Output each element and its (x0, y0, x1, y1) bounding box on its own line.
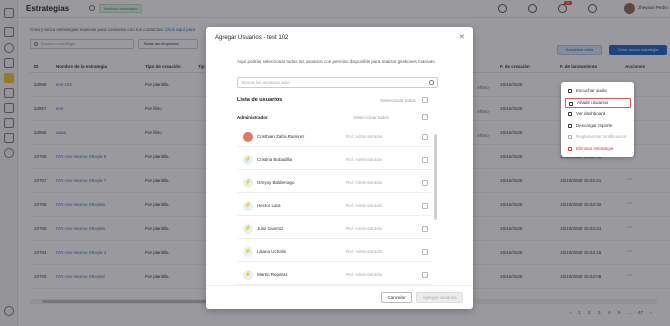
avatar (243, 132, 253, 142)
close-icon[interactable]: ✕ (459, 33, 465, 41)
play-icon (568, 89, 572, 93)
user-role: Rol: Administrador (346, 180, 383, 185)
menu-item: Reglamentar Notificación (565, 132, 631, 142)
user-add-icon (569, 101, 573, 106)
group-select-label: Seleccionar todos (353, 115, 389, 120)
user-role: Rol: Administrador (346, 272, 383, 277)
user-list-item[interactable]: Cristhian Zafra Ramirez Rol: Administrado… (237, 127, 431, 147)
user-list-item[interactable]: ⚡ Greysy Balderrago Rol: Administrador (237, 173, 431, 193)
user-role: Rol: Administrador (346, 249, 383, 254)
user-search-input[interactable]: Busca los usuarios aquí (237, 77, 438, 88)
menu-item-label: Ver dashboard (576, 111, 606, 116)
user-checkbox[interactable] (422, 249, 428, 255)
user-role: Rol: Administrador (346, 203, 383, 208)
menu-item[interactable]: Eliminar estrategia (565, 144, 631, 154)
trash-icon (568, 146, 572, 151)
user-name: Greysy Balderrago (257, 180, 295, 185)
modal-description: Aquí podrás seleccionar todos los usuari… (237, 59, 436, 64)
user-list-item[interactable]: ⚡ Cristina Bobadilla Rol: Administrador (237, 150, 431, 170)
user-name: Hector Lara (257, 203, 281, 208)
user-icon: ⚡ (243, 247, 253, 257)
monitor-icon (568, 112, 572, 116)
user-role: Rol: Administrador (346, 226, 383, 231)
menu-item[interactable]: Descargar reporte (565, 121, 631, 131)
menu-item[interactable]: Ver dashboard (565, 109, 631, 119)
add-users-modal: Agregar Usuarios - test 102 ✕ Aquí podrá… (206, 27, 473, 309)
user-name: Martin Reparaz (257, 272, 288, 277)
menu-item-label: Añadir usuarios (577, 99, 609, 105)
menu-item[interactable]: Escuchar audio (565, 86, 631, 96)
user-checkbox[interactable] (422, 157, 428, 163)
modal-footer: Cancelar Agregar usuarios (206, 285, 473, 309)
add-users-button[interactable]: Agregar usuarios (416, 292, 463, 303)
menu-item-label: Escuchar audio (576, 88, 608, 93)
user-role: Rol: Administrador (346, 157, 383, 162)
user-name: Liliana Uchalin (257, 249, 287, 254)
search-icon (429, 80, 434, 85)
user-list-item[interactable]: ⚡ Julio Guerniz Rol: Administrador (237, 219, 431, 239)
user-search-placeholder: Busca los usuarios aquí (242, 80, 290, 85)
user-list-title: Lista de usuarios (237, 97, 283, 103)
user-icon: ⚡ (243, 178, 253, 188)
menu-item[interactable]: Añadir usuarios (565, 97, 631, 108)
menu-item-label: Reglamentar Notificación (576, 134, 627, 139)
user-icon: ⚡ (243, 270, 253, 280)
user-checkbox[interactable] (422, 203, 428, 209)
user-name: Cristhian Zafra Ramirez (257, 134, 305, 139)
user-icon: ⚡ (243, 224, 253, 234)
select-all-label: Seleccionar todos (380, 98, 416, 103)
download-icon (568, 123, 572, 128)
user-icon: ⚡ (243, 155, 253, 165)
select-all-checkbox[interactable] (422, 97, 428, 103)
user-list-scrollbar[interactable] (434, 134, 437, 220)
user-checkbox[interactable] (422, 226, 428, 232)
menu-item-label: Descargar reporte (576, 122, 613, 128)
menu-item-label: Eliminar estrategia (576, 145, 614, 151)
actions-menu: Escuchar audio Añadir usuarios Ver dashboa… (561, 82, 634, 157)
user-list-item[interactable]: ⚡ Hector Lara Rol: Administrador (237, 196, 431, 216)
calendar-icon (568, 135, 572, 139)
user-checkbox[interactable] (422, 180, 428, 186)
cancel-button[interactable]: Cancelar (381, 292, 412, 303)
user-name: Cristina Bobadilla (257, 157, 293, 162)
user-role: Rol: Administrador (346, 134, 383, 139)
group-name: Administrador (237, 115, 268, 120)
user-checkbox[interactable] (422, 272, 428, 278)
user-name: Julio Guerniz (257, 226, 284, 231)
user-checkbox[interactable] (422, 134, 428, 140)
group-select-checkbox[interactable] (422, 114, 428, 120)
user-icon: ⚡ (243, 201, 253, 211)
modal-title: Agregar Usuarios - test 102 (215, 35, 289, 41)
user-list-item[interactable]: ⚡ Martin Reparaz Rol: Administrador (237, 265, 431, 285)
user-list-item[interactable]: ⚡ Liliana Uchalin Rol: Administrador (237, 242, 431, 262)
